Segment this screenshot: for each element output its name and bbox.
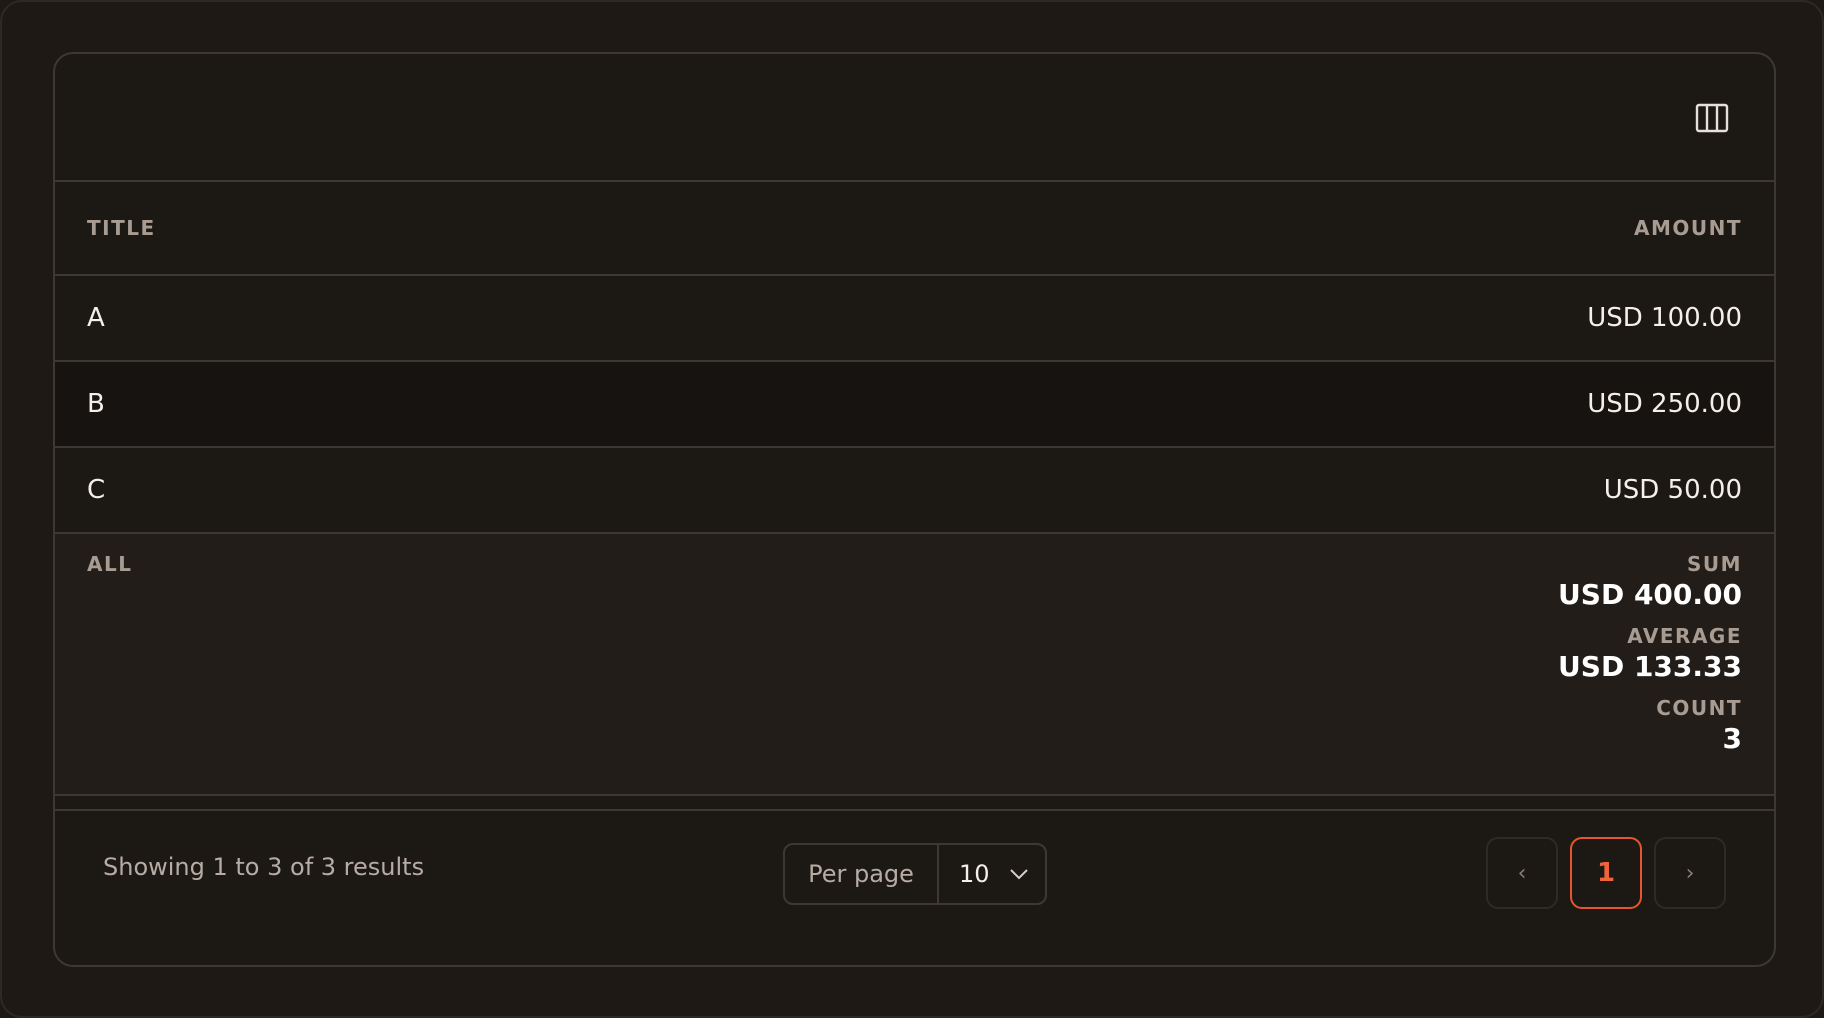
table-row[interactable]: A USD 100.00: [55, 276, 1774, 362]
column-header-title[interactable]: TITLE: [87, 216, 156, 240]
per-page-control: Per page 10: [783, 843, 1047, 905]
cell-amount: USD 50.00: [1603, 475, 1742, 505]
cell-amount: USD 250.00: [1587, 389, 1742, 419]
results-summary: Showing 1 to 3 of 3 results: [103, 853, 425, 881]
per-page-value: 10: [959, 860, 990, 888]
table-card: TITLE AMOUNT A USD 100.00 B USD 250.00 C…: [53, 52, 1776, 967]
window-frame: TITLE AMOUNT A USD 100.00 B USD 250.00 C…: [0, 0, 1824, 1018]
column-header-amount[interactable]: AMOUNT: [1634, 216, 1742, 240]
table-toolbar: [55, 54, 1774, 182]
chevron-right-icon: ›: [1685, 860, 1695, 886]
previous-page-button[interactable]: ‹: [1486, 837, 1558, 909]
cell-title: C: [87, 475, 106, 505]
table-row[interactable]: B USD 250.00: [55, 362, 1774, 448]
table-row[interactable]: C USD 50.00: [55, 448, 1774, 534]
count-value: 3: [1722, 722, 1742, 755]
sum-value: USD 400.00: [1558, 578, 1742, 611]
summary-row: ALL SUM USD 400.00 AVERAGE USD 133.33 CO…: [55, 534, 1774, 796]
average-value: USD 133.33: [1558, 650, 1742, 683]
next-page-button[interactable]: ›: [1654, 837, 1726, 909]
sum-label: SUM: [1686, 552, 1742, 576]
average-label: AVERAGE: [1627, 624, 1742, 648]
pagination-footer: Showing 1 to 3 of 3 results Per page 10 …: [55, 809, 1774, 965]
chevron-left-icon: ‹: [1517, 860, 1527, 886]
table-header: TITLE AMOUNT: [55, 182, 1774, 276]
page-1-button[interactable]: 1: [1570, 837, 1642, 909]
cell-amount: USD 100.00: [1587, 303, 1742, 333]
pagination: ‹ 1 ›: [1486, 837, 1726, 909]
summary-label: ALL: [87, 552, 133, 576]
summary-aggregates: SUM USD 400.00 AVERAGE USD 133.33 COUNT …: [1558, 552, 1742, 794]
per-page-label: Per page: [785, 845, 939, 903]
per-page-select[interactable]: 10: [939, 845, 1045, 903]
count-label: COUNT: [1656, 696, 1742, 720]
columns-icon: [1695, 103, 1729, 133]
cell-title: B: [87, 389, 105, 419]
cell-title: A: [87, 303, 105, 333]
toggle-columns-button[interactable]: [1690, 96, 1734, 140]
chevron-down-icon: [1010, 869, 1028, 880]
